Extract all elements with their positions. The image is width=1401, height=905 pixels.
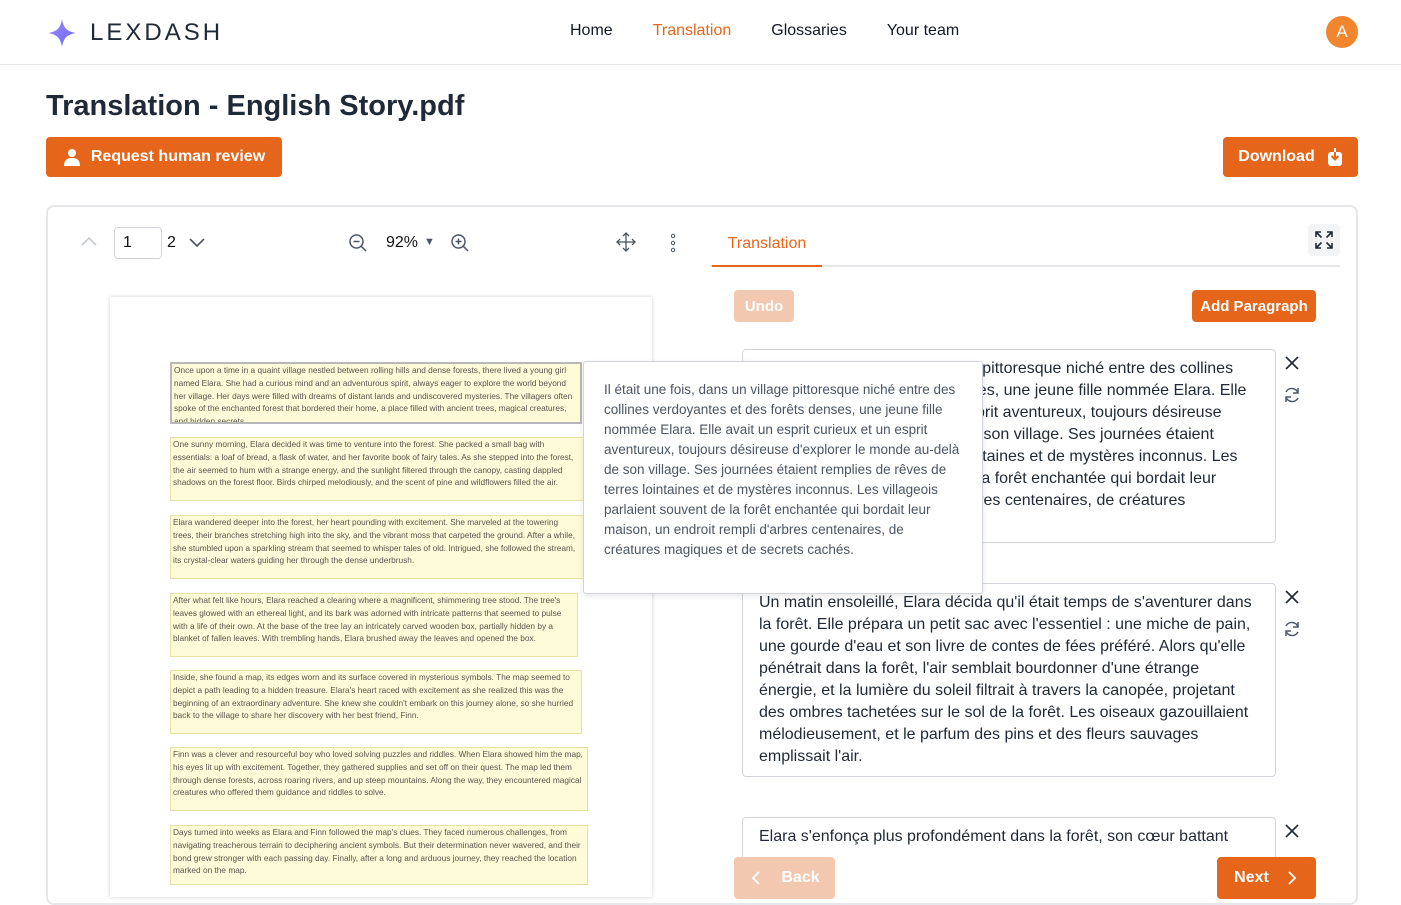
pdf-paragraph[interactable]: Finn was a clever and resourceful boy wh… xyxy=(170,747,588,811)
pdf-paragraph[interactable]: Inside, she found a map, its edges worn … xyxy=(170,670,582,734)
sparkle-logo-icon xyxy=(48,19,76,47)
page-number-input[interactable] xyxy=(114,227,162,259)
request-review-label: Request human review xyxy=(90,148,266,165)
expand-icon xyxy=(1315,231,1333,249)
avatar[interactable]: A xyxy=(1326,16,1358,48)
page-total: 2 xyxy=(167,234,176,251)
translation-paragraph[interactable]: Un matin ensoleillé, Elara décida qu'il … xyxy=(742,583,1276,777)
close-icon[interactable] xyxy=(1282,353,1302,373)
logo[interactable]: LEXDASH xyxy=(47,18,223,48)
chevron-up-icon[interactable] xyxy=(80,233,98,251)
nav-your-team[interactable]: Your team xyxy=(887,22,959,40)
add-paragraph-button[interactable]: Add Paragraph xyxy=(1192,290,1316,322)
zoom-out-icon[interactable] xyxy=(348,233,368,253)
download-label: Download xyxy=(1238,148,1315,165)
nav-glossaries[interactable]: Glossaries xyxy=(771,22,847,40)
zoom-level[interactable]: 92% xyxy=(386,234,418,252)
refresh-icon[interactable] xyxy=(1282,619,1302,639)
close-icon[interactable] xyxy=(1282,587,1302,607)
chevron-right-icon xyxy=(1288,871,1297,885)
chevron-left-icon xyxy=(752,871,761,885)
close-icon[interactable] xyxy=(1282,821,1302,841)
nav-links: Home Translation Glossaries Your team xyxy=(570,22,999,40)
download-icon xyxy=(1327,148,1342,166)
refresh-icon[interactable] xyxy=(1282,385,1302,405)
nav-translation[interactable]: Translation xyxy=(653,22,732,40)
tab-bar: Translation xyxy=(710,223,1340,267)
app-name: LEXDASH xyxy=(90,19,224,46)
zoom-in-icon[interactable] xyxy=(450,233,470,253)
pdf-paragraph[interactable]: After what felt like hours, Elara reache… xyxy=(170,593,578,657)
expand-button[interactable] xyxy=(1308,224,1340,256)
undo-button[interactable]: Undo xyxy=(734,290,794,322)
pdf-paragraph[interactable]: Days turned into weeks as Elara and Finn… xyxy=(170,825,588,885)
pdf-paragraph[interactable]: Elara wandered deeper into the forest, h… xyxy=(170,515,584,579)
page-title: Translation - English Story.pdf xyxy=(46,90,465,122)
back-label: Back xyxy=(781,869,820,886)
nav-home[interactable]: Home xyxy=(570,22,613,40)
download-button[interactable]: Download xyxy=(1223,137,1358,177)
zoom-dropdown-icon[interactable]: ▼ xyxy=(424,236,435,248)
pdf-paragraph[interactable]: Once upon a time in a quaint village nes… xyxy=(170,362,582,424)
more-vertical-icon[interactable] xyxy=(670,233,676,253)
top-navbar: LEXDASH Home Translation Glossaries Your… xyxy=(0,0,1401,65)
next-label: Next xyxy=(1234,869,1269,886)
chevron-down-icon[interactable] xyxy=(188,233,206,251)
pdf-paragraph[interactable]: One sunny morning, Elara decided it was … xyxy=(170,437,584,501)
request-review-button[interactable]: Request human review xyxy=(46,137,282,177)
translation-tooltip: Il était une fois, dans un village pitto… xyxy=(583,361,983,594)
user-icon xyxy=(63,149,80,166)
pdf-toolbar: 2 92% ▼ xyxy=(48,207,708,277)
tab-translation[interactable]: Translation xyxy=(712,235,822,267)
pdf-page: Once upon a time in a quaint village nes… xyxy=(110,297,652,897)
move-icon[interactable] xyxy=(616,232,636,252)
